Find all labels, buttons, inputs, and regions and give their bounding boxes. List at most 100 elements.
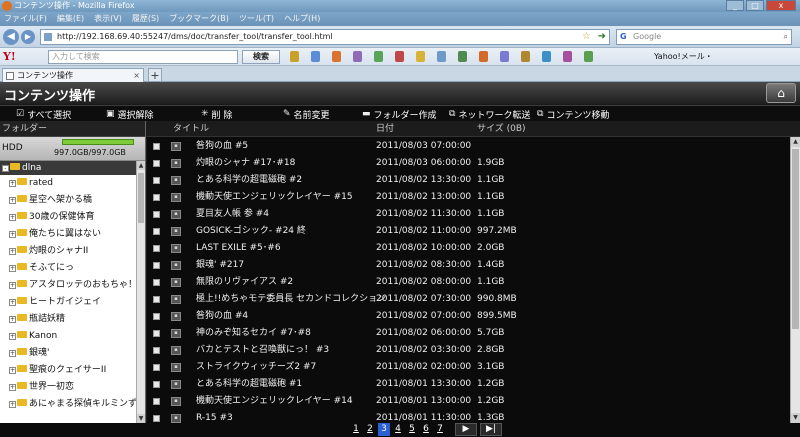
content-row[interactable]: ▪ とある科学の超電磁砲 #1 2011/08/01 13:30:00 1.2GB [147, 376, 789, 393]
folder-item[interactable]: + あにゃまる探偵キルミンずぅ [0, 396, 145, 413]
folder-root[interactable]: - dlna [0, 161, 145, 175]
menu-history[interactable]: 履歴(S) [132, 12, 159, 26]
row-checkbox[interactable] [153, 245, 160, 252]
row-checkbox[interactable] [153, 398, 160, 405]
yahoo-tool-icon[interactable] [311, 51, 320, 62]
tab-close-icon[interactable]: × [133, 69, 140, 82]
bookmark-star-icon[interactable]: ☆ [582, 30, 591, 44]
expand-icon[interactable]: + [9, 401, 16, 408]
yahoo-tool-icon[interactable] [395, 51, 404, 62]
row-checkbox[interactable] [153, 211, 160, 218]
yahoo-tool-icon[interactable] [563, 51, 572, 62]
expand-icon[interactable]: + [9, 350, 16, 357]
yahoo-tool-icon[interactable] [416, 51, 425, 62]
row-checkbox[interactable] [153, 194, 160, 201]
search-box[interactable]: G Google ⌕ [616, 29, 792, 45]
yahoo-search-input[interactable]: 入力して検索 [48, 50, 238, 64]
page-link[interactable]: 2 [364, 423, 376, 436]
folder-scrollbar[interactable]: ▲ ▼ [136, 161, 145, 423]
minimize-button[interactable]: _ [726, 0, 744, 11]
yahoo-tool-icon[interactable] [542, 51, 551, 62]
yahoo-tool-icon[interactable] [479, 51, 488, 62]
scroll-up-icon[interactable]: ▲ [137, 161, 145, 170]
delete-button[interactable]: ✳ 削 除 [201, 107, 232, 121]
folder-item[interactable]: + rated [0, 175, 145, 192]
next-page-button[interactable]: ▶ [455, 423, 477, 436]
folder-item[interactable]: + 世界一初恋 [0, 379, 145, 396]
content-row[interactable]: ▪ 灼眼のシャナ #17･#18 2011/08/03 06:00:00 1.9GB [147, 155, 789, 172]
menu-view[interactable]: 表示(V) [94, 12, 122, 26]
yahoo-mail-link[interactable]: Yahoo!メール・ [654, 50, 713, 64]
page-link[interactable]: 7 [434, 423, 446, 436]
menu-help[interactable]: ヘルプ(H) [284, 12, 320, 26]
scroll-up-icon[interactable]: ▲ [791, 137, 800, 147]
create-folder-button[interactable]: ▬ フォルダー作成 [362, 107, 437, 121]
scroll-down-icon[interactable]: ▼ [137, 414, 145, 423]
rename-button[interactable]: ✎ 名前変更 [283, 107, 330, 121]
folder-item[interactable]: + 灼眼のシャナII [0, 243, 145, 260]
select-all-button[interactable]: ☑ すべて選択 [16, 107, 71, 121]
content-row[interactable]: ▪ 咎狗の血 #5 2011/08/03 07:00:00 [147, 138, 789, 155]
folder-item[interactable]: + 俺たちに翼はない [0, 226, 145, 243]
go-icon[interactable]: ➜ [598, 30, 606, 44]
row-checkbox[interactable] [153, 313, 160, 320]
network-transfer-button[interactable]: ⧉ ネットワーク転送 [449, 107, 530, 121]
folder-item[interactable]: + 聖痕のクェイサーII [0, 362, 145, 379]
expand-icon[interactable]: + [9, 316, 16, 323]
expand-icon[interactable]: + [9, 299, 16, 306]
expand-icon[interactable]: + [9, 180, 16, 187]
expand-icon[interactable]: + [9, 214, 16, 221]
scroll-down-icon[interactable]: ▼ [791, 413, 800, 423]
row-checkbox[interactable] [153, 177, 160, 184]
url-bar[interactable]: http://192.168.69.40:55247/dms/doc/trans… [40, 29, 610, 45]
forward-button[interactable]: ▶ [21, 30, 35, 44]
collapse-icon[interactable]: - [2, 165, 9, 172]
page-link[interactable]: 3 [378, 423, 390, 436]
row-checkbox[interactable] [153, 415, 160, 422]
column-date[interactable]: 日付 [376, 121, 394, 137]
folder-item[interactable]: + アスタロッテのおもちゃ！ [0, 277, 145, 294]
row-checkbox[interactable] [153, 330, 160, 337]
menu-file[interactable]: ファイル(F) [4, 12, 47, 26]
yahoo-tool-icon[interactable] [458, 51, 467, 62]
page-link[interactable]: 4 [392, 423, 404, 436]
expand-icon[interactable]: + [9, 367, 16, 374]
expand-icon[interactable]: + [9, 231, 16, 238]
page-link[interactable]: 6 [420, 423, 432, 436]
row-checkbox[interactable] [153, 364, 160, 371]
move-content-button[interactable]: ⧉ コンテンツ移動 [537, 107, 609, 121]
yahoo-tool-icon[interactable] [374, 51, 383, 62]
hdd-item[interactable]: HDD 997.0GB/997.0GB [0, 137, 145, 161]
expand-icon[interactable]: + [9, 333, 16, 340]
yahoo-tool-icon[interactable] [521, 51, 530, 62]
tab-content-operation[interactable]: コンテンツ操作 × [2, 68, 144, 82]
home-button[interactable]: ⌂ [766, 83, 796, 103]
deselect-button[interactable]: ▣ 選択解除 [106, 107, 154, 121]
menu-bookmarks[interactable]: ブックマーク(B) [169, 12, 229, 26]
content-row[interactable]: ▪ 極上!!めちゃモテ委員長 セカンドコレクション 2011/08/02 07:30… [147, 291, 789, 308]
folder-item[interactable]: + 銀魂' [0, 345, 145, 362]
content-row[interactable]: ▪ 神のみぞ知るセカイ #7･#8 2011/08/02 06:00:00 5.7GB [147, 325, 789, 342]
content-row[interactable]: ▪ バカとテストと召喚獣にっ！ #3 2011/08/02 03:30:00 2.8G… [147, 342, 789, 359]
menu-edit[interactable]: 編集(E) [57, 12, 84, 26]
folder-item[interactable]: +30歳の保健体育 [0, 209, 145, 226]
column-title[interactable]: タイトル [173, 121, 209, 137]
yahoo-logo[interactable]: Y! [3, 50, 16, 63]
yahoo-tool-icon[interactable] [353, 51, 362, 62]
yahoo-search-button[interactable]: 検索 [242, 50, 280, 64]
expand-icon[interactable]: + [9, 282, 16, 289]
row-checkbox[interactable] [153, 262, 160, 269]
last-page-button[interactable]: ▶| [480, 423, 502, 436]
row-checkbox[interactable] [153, 160, 160, 167]
close-button[interactable]: x [766, 0, 796, 11]
search-icon[interactable]: ⌕ [784, 30, 788, 44]
list-scrollbar[interactable]: ▲ ▼ [790, 137, 800, 423]
scroll-thumb[interactable] [792, 149, 799, 329]
folder-item[interactable]: + そふてにっ [0, 260, 145, 277]
content-row[interactable]: ▪ GOSICK-ゴシック- #24 終 2011/08/02 11:00:00 99… [147, 223, 789, 240]
expand-icon[interactable]: + [9, 197, 16, 204]
expand-icon[interactable]: + [9, 384, 16, 391]
folder-item[interactable]: + 瓶詰妖精 [0, 311, 145, 328]
content-row[interactable]: ▪ 機動天使エンジェリックレイヤー #14 2011/08/01 13:00:00 1… [147, 393, 789, 410]
folder-item[interactable]: + 星空へ架かる橋 [0, 192, 145, 209]
